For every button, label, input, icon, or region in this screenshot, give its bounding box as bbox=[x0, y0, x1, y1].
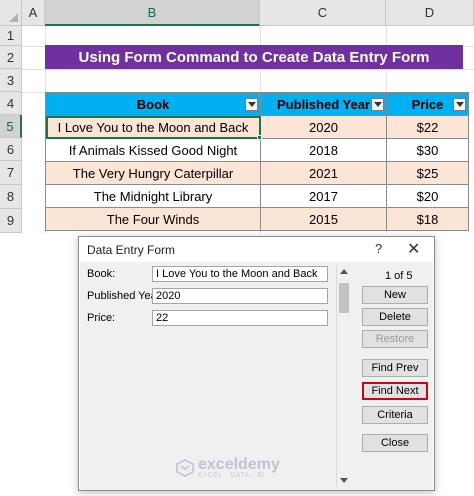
watermark-name: exceldemy bbox=[198, 456, 280, 473]
table-cell[interactable]: 2015 bbox=[260, 207, 387, 231]
table-cell[interactable]: I Love You to the Moon and Back bbox=[45, 115, 261, 139]
table-cell[interactable]: $25 bbox=[386, 161, 469, 185]
table-cell[interactable]: $18 bbox=[386, 207, 469, 231]
table-cell[interactable]: If Animals Kissed Good Night bbox=[45, 138, 261, 162]
find-next-button[interactable]: Find Next bbox=[362, 382, 428, 400]
scroll-thumb[interactable] bbox=[339, 283, 349, 313]
table-cell[interactable]: The Very Hungry Caterpillar bbox=[45, 161, 261, 185]
table-cell[interactable]: $30 bbox=[386, 138, 469, 162]
price-field-label: Price: bbox=[87, 312, 116, 324]
fill-handle[interactable] bbox=[257, 135, 262, 140]
table-cell[interactable]: The Four Winds bbox=[45, 207, 261, 231]
table-cell[interactable]: 2020 bbox=[260, 115, 387, 139]
record-counter: 1 of 5 bbox=[385, 270, 413, 282]
exceldemy-logo-icon bbox=[176, 459, 194, 477]
row-header-9[interactable]: 9 bbox=[0, 209, 22, 233]
exceldemy-watermark: exceldemy EXCEL · DATA · BI bbox=[176, 457, 280, 479]
table-row: The Midnight Library 2017 $20 bbox=[45, 184, 469, 208]
table-row: The Four Winds 2015 $18 bbox=[45, 207, 469, 231]
table-cell[interactable]: 2021 bbox=[260, 161, 387, 185]
published-year-field-input[interactable]: 2020 bbox=[152, 288, 328, 304]
book-field-label: Book: bbox=[87, 268, 116, 280]
close-button[interactable]: Close bbox=[362, 434, 428, 452]
row-header-3[interactable]: 3 bbox=[0, 69, 22, 92]
scroll-up-icon[interactable] bbox=[340, 269, 348, 274]
row-header-8[interactable]: 8 bbox=[0, 185, 22, 209]
filter-dropdown-icon[interactable] bbox=[453, 98, 466, 111]
criteria-button[interactable]: Criteria bbox=[362, 406, 428, 424]
dialog-title: Data Entry Form bbox=[87, 243, 176, 257]
filter-dropdown-icon[interactable] bbox=[245, 98, 258, 111]
close-icon[interactable]: ✕ bbox=[407, 239, 420, 259]
row-header-2[interactable]: 2 bbox=[0, 46, 22, 69]
column-header-c[interactable]: C bbox=[260, 0, 386, 26]
watermark-tagline: EXCEL · DATA · BI bbox=[198, 473, 266, 479]
price-field-input[interactable]: 22 bbox=[152, 310, 328, 326]
book-table: Book Published Year Price I Love You to … bbox=[45, 92, 469, 231]
header-price-label: Price bbox=[411, 96, 444, 112]
table-cell[interactable]: 2017 bbox=[260, 184, 387, 208]
column-header-d[interactable]: D bbox=[386, 0, 474, 26]
find-prev-button[interactable]: Find Prev bbox=[362, 359, 428, 377]
select-all-corner[interactable] bbox=[0, 0, 22, 26]
table-row: The Very Hungry Caterpillar 2021 $25 bbox=[45, 161, 469, 185]
data-entry-form-dialog: Data Entry Form ? ✕ Book: I Love You to … bbox=[78, 236, 435, 491]
scroll-down-icon[interactable] bbox=[340, 478, 348, 483]
book-field-input[interactable]: I Love You to the Moon and Back bbox=[152, 266, 328, 282]
table-cell[interactable]: $22 bbox=[386, 115, 469, 139]
header-book[interactable]: Book bbox=[45, 92, 261, 116]
gridline bbox=[22, 69, 474, 70]
delete-button[interactable]: Delete bbox=[362, 308, 428, 326]
record-scrollbar[interactable] bbox=[336, 265, 350, 487]
table-cell[interactable]: The Midnight Library bbox=[45, 184, 261, 208]
table-header-row: Book Published Year Price bbox=[45, 92, 469, 116]
filter-dropdown-icon[interactable] bbox=[371, 98, 384, 111]
row-header-4[interactable]: 4 bbox=[0, 92, 22, 115]
new-button[interactable]: New bbox=[362, 286, 428, 304]
header-price[interactable]: Price bbox=[386, 92, 469, 116]
corner-triangle-icon bbox=[9, 13, 18, 22]
sheet-title-banner[interactable]: Using Form Command to Create Data Entry … bbox=[45, 45, 463, 69]
row-header-5[interactable]: 5 bbox=[0, 115, 22, 138]
table-cell[interactable]: 2018 bbox=[260, 138, 387, 162]
column-header-b[interactable]: B bbox=[45, 0, 260, 26]
row-header-1[interactable]: 1 bbox=[0, 26, 22, 46]
help-icon[interactable]: ? bbox=[375, 241, 382, 256]
restore-button[interactable]: Restore bbox=[362, 330, 428, 348]
row-header-7[interactable]: 7 bbox=[0, 161, 22, 185]
table-cell[interactable]: $20 bbox=[386, 184, 469, 208]
header-published-year[interactable]: Published Year bbox=[260, 92, 387, 116]
row-header-6[interactable]: 6 bbox=[0, 138, 22, 161]
table-row: If Animals Kissed Good Night 2018 $30 bbox=[45, 138, 469, 162]
column-header-a[interactable]: A bbox=[22, 0, 45, 26]
header-book-label: Book bbox=[136, 96, 170, 112]
header-published-year-label: Published Year bbox=[277, 96, 370, 112]
